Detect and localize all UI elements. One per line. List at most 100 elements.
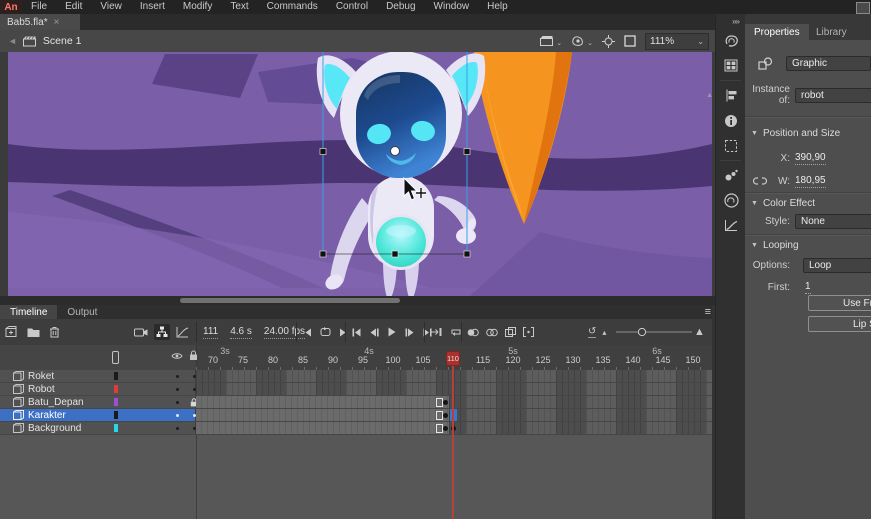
span-end-marker[interactable]	[436, 398, 443, 407]
lip-syncing-button[interactable]: Lip S	[808, 316, 871, 332]
step-back-one-frame-button[interactable]	[370, 328, 379, 337]
menu-control[interactable]: Control	[327, 0, 377, 14]
layer-visibility-toggle[interactable]	[176, 375, 179, 378]
menu-insert[interactable]: Insert	[131, 0, 174, 14]
instance-name-field[interactable]: robot	[795, 88, 871, 103]
span-end-marker[interactable]	[436, 411, 443, 420]
layer-frames[interactable]	[196, 396, 712, 408]
frame-span[interactable]	[196, 396, 450, 408]
tab-properties[interactable]: Properties	[745, 24, 809, 40]
first-frame-value[interactable]: 1	[805, 281, 811, 294]
layer-frames[interactable]	[196, 370, 712, 382]
layer-row-robot[interactable]: Robot	[0, 383, 715, 396]
stage-zoom-select[interactable]: 111% ⌄	[645, 33, 709, 50]
dock-creative-cloud-icon[interactable]	[716, 188, 746, 213]
span-end-marker[interactable]	[436, 424, 443, 433]
dock-history-graph-icon[interactable]	[716, 213, 746, 238]
layer-frames[interactable]	[196, 409, 712, 421]
show-parenting-button[interactable]	[154, 324, 170, 340]
dock-transform-icon[interactable]	[716, 133, 746, 158]
keyframe-dot[interactable]	[443, 400, 448, 405]
document-tab[interactable]: Bab5.fla* ×	[0, 14, 80, 30]
dock-info-icon[interactable]	[716, 108, 746, 133]
menu-view[interactable]: View	[91, 0, 131, 14]
menu-edit[interactable]: Edit	[56, 0, 91, 14]
stage-canvas[interactable]: ▲	[0, 52, 715, 296]
onion-skin-outlines-button[interactable]	[486, 328, 498, 337]
center-frame-button[interactable]	[431, 327, 442, 337]
workspace-switcher-icon[interactable]	[856, 2, 870, 14]
frame-span[interactable]	[196, 409, 450, 421]
edit-scene-button[interactable]: ⌄	[540, 35, 562, 47]
edit-multiple-frames-button[interactable]	[505, 327, 516, 337]
frame-span[interactable]	[196, 422, 450, 434]
style-select[interactable]: None	[795, 214, 871, 229]
dock-properties-icon[interactable]	[716, 28, 746, 53]
menu-debug[interactable]: Debug	[377, 0, 424, 14]
layer-row-roket[interactable]: Roket	[0, 370, 715, 383]
dock-library-icon[interactable]	[716, 53, 746, 78]
layer-frames[interactable]	[196, 422, 712, 434]
tab-output[interactable]: Output	[57, 305, 107, 319]
menu-text[interactable]: Text	[221, 0, 257, 14]
collapse-triangle-icon[interactable]: ▼	[751, 200, 758, 207]
stage-hscrollbar[interactable]	[0, 296, 715, 305]
layer-row-batu-depan[interactable]: Batu_Depan	[0, 396, 715, 409]
x-value[interactable]: 390,90	[795, 152, 826, 165]
new-folder-button[interactable]	[27, 327, 40, 338]
dock-brushes-icon[interactable]	[716, 163, 746, 188]
playhead-line[interactable]	[452, 366, 454, 519]
tab-timeline[interactable]: Timeline	[0, 305, 57, 319]
onion-skin-button[interactable]	[467, 328, 479, 337]
clip-content-button[interactable]	[624, 35, 636, 47]
elapsed-time-value[interactable]: 4.6 s	[230, 326, 252, 339]
layer-visibility-toggle[interactable]	[176, 414, 179, 417]
add-camera-button[interactable]	[134, 327, 148, 338]
new-layer-button[interactable]	[5, 326, 18, 338]
keyframe-dot[interactable]	[443, 426, 448, 431]
loop-options-select[interactable]: Loop	[803, 258, 871, 273]
menu-commands[interactable]: Commands	[258, 0, 327, 14]
reset-timeline-zoom-button[interactable]: ↺	[588, 326, 596, 338]
link-dimensions-icon[interactable]	[753, 176, 767, 186]
graph-editor-button[interactable]	[176, 326, 189, 338]
layer-frames[interactable]	[196, 383, 712, 395]
layer-visibility-toggle[interactable]	[176, 388, 179, 391]
timeline-zoom-out-icon[interactable]: ▴	[602, 328, 606, 337]
close-tab-icon[interactable]: ×	[54, 17, 60, 28]
center-stage-button[interactable]	[602, 35, 615, 48]
collapse-triangle-icon[interactable]: ▼	[751, 130, 758, 137]
step-back-button[interactable]	[305, 328, 312, 337]
layer-visibility-toggle[interactable]	[176, 427, 179, 430]
stage-hscrollbar-thumb[interactable]	[180, 298, 400, 303]
current-frame-value[interactable]: 111	[203, 326, 218, 339]
step-forward-one-frame-button[interactable]	[405, 328, 414, 337]
modify-markers-button[interactable]	[523, 327, 534, 337]
play-button[interactable]	[388, 327, 396, 337]
layer-row-karakter[interactable]: Karakter	[0, 409, 715, 422]
playhead-marker[interactable]: 110	[446, 351, 460, 366]
loop-range-button[interactable]	[320, 327, 331, 337]
scene-back-icon[interactable]: ◄	[0, 36, 23, 46]
layer-row-background[interactable]: Background	[0, 422, 715, 435]
frame-rate-value[interactable]: 24.00 fps	[264, 326, 305, 339]
menu-window[interactable]: Window	[425, 0, 479, 14]
delete-layer-button[interactable]	[49, 326, 60, 338]
tab-library[interactable]: Library	[807, 24, 856, 40]
collapse-dock-icon[interactable]: »»	[716, 14, 745, 28]
go-to-first-frame-button[interactable]	[352, 328, 361, 337]
symbol-type-select[interactable]: Graphic	[786, 56, 871, 71]
edit-symbols-button[interactable]: ⌄	[571, 35, 593, 47]
menu-help[interactable]: Help	[478, 0, 517, 14]
menu-modify[interactable]: Modify	[174, 0, 221, 14]
menu-file[interactable]: File	[22, 0, 56, 14]
stage-scroll-up-icon[interactable]: ▲	[706, 92, 713, 99]
use-frame-picker-button[interactable]: Use Fra	[808, 295, 871, 311]
collapse-triangle-icon[interactable]: ▼	[751, 242, 758, 249]
timeline-panel-menu-icon[interactable]: ≡	[705, 305, 711, 319]
keyframe-dot[interactable]	[443, 413, 448, 418]
w-value[interactable]: 180,95	[795, 175, 826, 188]
show-hide-all-icon[interactable]	[171, 352, 183, 360]
dock-align-icon[interactable]	[716, 83, 746, 108]
timeline-zoom-slider[interactable]	[616, 319, 692, 345]
